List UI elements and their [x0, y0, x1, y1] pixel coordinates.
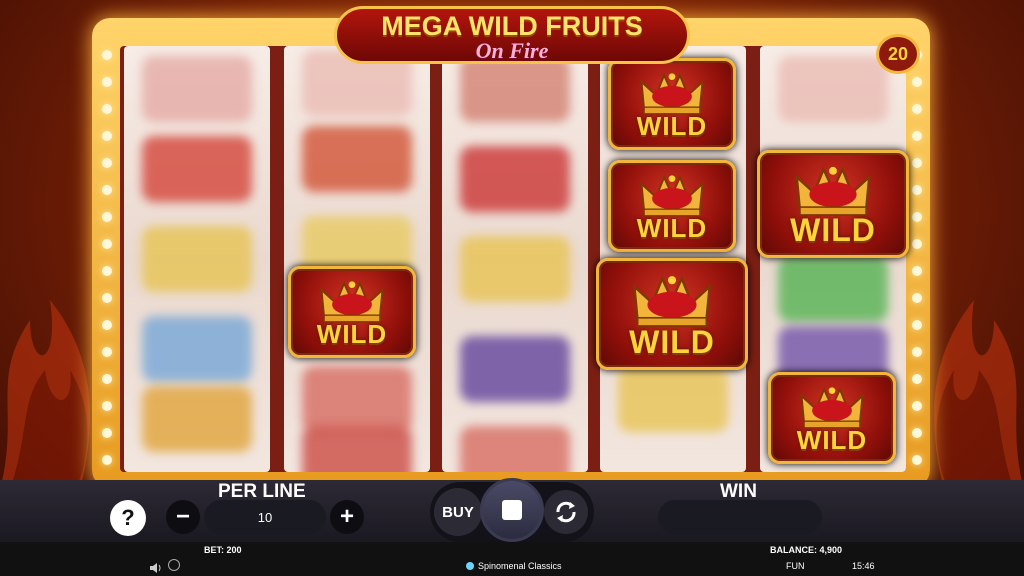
wild-symbol: WILD: [768, 372, 896, 464]
blurred-symbol: [460, 236, 570, 302]
blurred-symbol: [460, 146, 570, 212]
blurred-symbol: [302, 126, 412, 192]
stop-spin-button[interactable]: [480, 478, 544, 542]
wild-label: WILD: [636, 110, 708, 141]
crown-icon: [800, 386, 864, 429]
blurred-symbol: [302, 426, 412, 472]
wild-label: WILD: [316, 318, 388, 349]
marquee-bulb: [102, 293, 112, 303]
buy-label: BUY: [442, 503, 474, 521]
wild-label: WILD: [629, 323, 715, 360]
blurred-symbol: [778, 256, 888, 322]
per-line-value: 10: [204, 500, 326, 534]
buy-feature-button[interactable]: BUY: [434, 488, 482, 536]
crown-icon: [640, 174, 704, 217]
blurred-symbol: [460, 336, 570, 402]
crown-icon: [640, 72, 704, 115]
win-value: [658, 500, 822, 534]
marquee-bulb: [102, 401, 112, 411]
bet-increase-button[interactable]: +: [330, 500, 364, 534]
sound-icon[interactable]: [150, 560, 161, 573]
marquee-bulb: [912, 266, 922, 276]
blurred-symbol: [302, 366, 412, 432]
wild-symbol: WILD: [608, 58, 736, 150]
reel-2: [284, 46, 430, 472]
wild-symbol: WILD: [757, 150, 909, 258]
wild-symbol: WILD: [288, 266, 416, 358]
marquee-bulb: [912, 212, 922, 222]
plus-icon: +: [339, 503, 354, 530]
marquee-bulb: [912, 158, 922, 168]
autoplay-button[interactable]: [544, 490, 588, 534]
blurred-symbol: [778, 56, 888, 122]
marquee-bulb: [912, 185, 922, 195]
marquee-bulb: [912, 77, 922, 87]
blurred-symbol: [142, 316, 252, 382]
game-title-logo: MEGA WILD FRUITS On Fire: [334, 6, 690, 64]
marquee-bulb: [102, 212, 112, 222]
help-icon: ?: [121, 505, 135, 530]
game-title: MEGA WILD FRUITS: [381, 11, 643, 41]
provider-name: Spinomenal Classics: [478, 561, 562, 571]
marquee-bulb: [102, 428, 112, 438]
wild-symbol: WILD: [596, 258, 748, 370]
marquee-bulb: [912, 293, 922, 303]
marquee-bulb: [912, 347, 922, 357]
marquee-bulb: [102, 266, 112, 276]
wild-label: WILD: [636, 212, 708, 243]
marquee-bulb: [102, 455, 112, 465]
marquee-bulb: [912, 374, 922, 384]
crown-icon: [320, 280, 384, 323]
marquee-bulb: [102, 374, 112, 384]
marquee-bulb: [102, 77, 112, 87]
game-subtitle: On Fire: [475, 38, 549, 63]
marquee-bulb: [102, 347, 112, 357]
marquee-bulb: [102, 158, 112, 168]
marquee-bulb: [102, 320, 112, 330]
marquee-bulb: [102, 185, 112, 195]
marquee-bulb: [102, 104, 112, 114]
blurred-symbol: [460, 426, 570, 472]
help-button[interactable]: ?: [110, 500, 146, 536]
wild-label: WILD: [790, 211, 876, 248]
marquee-bulb: [912, 401, 922, 411]
blurred-symbol: [142, 226, 252, 292]
mode-display: FUN: [786, 561, 805, 571]
clock-display: 15:46: [852, 561, 875, 571]
marquee-bulb: [102, 131, 112, 141]
balance-display: BALANCE: 4,900: [770, 545, 843, 555]
blurred-symbol: [142, 56, 252, 122]
turbo-icon[interactable]: [168, 559, 180, 571]
marquee-bulb: [912, 239, 922, 249]
marquee-bulb: [102, 50, 112, 60]
marquee-bulb: [912, 104, 922, 114]
marquee-bulb: [912, 131, 922, 141]
crown-icon: [632, 275, 712, 327]
paylines-badge: 20: [876, 34, 920, 74]
marquee-bulb: [912, 455, 922, 465]
per-line-value-text: 10: [257, 509, 273, 525]
blurred-symbol: [142, 136, 252, 202]
provider-icon: [466, 562, 474, 570]
bet-display: BET: 200: [204, 545, 242, 555]
reel-1: [124, 46, 270, 472]
reel-3: [442, 46, 588, 472]
marquee-bulb: [912, 428, 922, 438]
crown-icon: [795, 166, 871, 216]
blurred-symbol: [460, 56, 570, 122]
stop-icon: [502, 500, 522, 520]
blurred-symbol: [618, 366, 728, 432]
blurred-symbol: [142, 386, 252, 452]
autoplay-icon: [556, 501, 576, 523]
bet-decrease-button[interactable]: −: [166, 500, 200, 534]
marquee-bulb: [912, 320, 922, 330]
wild-label: WILD: [796, 424, 868, 455]
wild-symbol: WILD: [608, 160, 736, 252]
minus-icon: −: [175, 503, 190, 530]
marquee-bulb: [102, 239, 112, 249]
